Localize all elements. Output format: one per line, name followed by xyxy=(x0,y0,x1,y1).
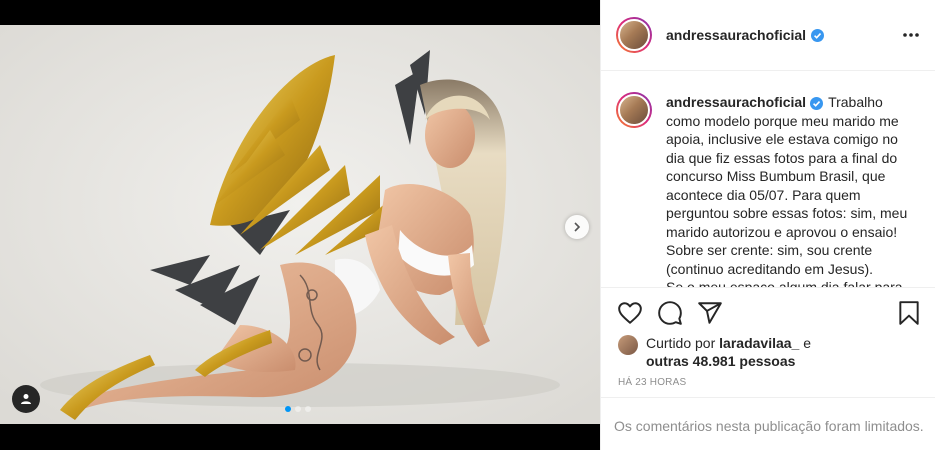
carousel-dot xyxy=(305,406,311,412)
verified-badge-icon xyxy=(810,96,824,110)
comments-limited-text: Os comentários nesta publicação foram li… xyxy=(614,418,924,434)
caption-line: concurso Miss Bumbum Brasil, que xyxy=(666,168,886,184)
carousel-indicator xyxy=(285,406,311,412)
caption-line: Sobre ser crente: sim, sou crente xyxy=(666,242,873,258)
comments-notice: Os comentários nesta publicação foram li… xyxy=(601,397,935,450)
caption-line: acontece dia 05/07. Para quem xyxy=(666,186,861,203)
liker-username[interactable]: laradavilaa_ xyxy=(719,335,799,351)
caption-text: andressaurachoficial Trabalho como modelo… xyxy=(666,93,916,287)
likes-summary: Curtido por laradavilaa_ e outras 48.981… xyxy=(618,334,846,370)
likes-conjunction: e xyxy=(803,335,812,351)
bookmark-icon[interactable] xyxy=(896,300,922,326)
letterbox-top xyxy=(0,0,600,25)
caption-line: como modelo porque meu marido me xyxy=(666,112,899,129)
caption-line: Trabalho xyxy=(828,94,883,110)
avatar-image xyxy=(618,94,650,126)
action-bar xyxy=(601,287,935,339)
caption-line: marido autorizou e aprovou o ensaio! xyxy=(666,223,898,240)
author-info: andressaurachoficial xyxy=(666,27,825,43)
post-header: andressaurachoficial xyxy=(601,0,935,71)
avatar-image xyxy=(618,19,650,51)
likes-others-link[interactable]: outras 48.981 pessoas xyxy=(646,353,795,369)
post-photo xyxy=(0,25,600,424)
carousel-dot xyxy=(295,406,301,412)
comment-icon[interactable] xyxy=(657,300,683,326)
more-options-icon[interactable] xyxy=(901,26,921,44)
post-timestamp[interactable]: HÁ 23 HORAS xyxy=(618,377,686,388)
author-username[interactable]: andressaurachoficial xyxy=(666,27,806,43)
avatar[interactable] xyxy=(618,335,638,355)
caption-line: apoia, inclusive ele estava comigo no xyxy=(666,131,898,147)
post-media[interactable] xyxy=(0,25,600,424)
letterbox-bottom xyxy=(0,424,600,450)
post-details-panel: andressaurachoficial andressaurachoficia… xyxy=(600,0,935,450)
caption-section: andressaurachoficial Trabalho como modelo… xyxy=(601,71,935,287)
share-icon[interactable] xyxy=(697,300,723,326)
user-tags-button[interactable] xyxy=(12,385,40,413)
caption-line: Se o meu espaço algum dia falar para xyxy=(666,279,903,287)
avatar[interactable] xyxy=(616,92,652,128)
user-tag-icon xyxy=(21,394,31,404)
avatar[interactable] xyxy=(616,17,652,53)
likes-text: Curtido por laradavilaa_ e outras 48.981… xyxy=(646,334,846,370)
caption-line: (continuo acreditando em Jesus). xyxy=(666,260,873,277)
heart-icon[interactable] xyxy=(617,300,643,326)
chevron-right-icon xyxy=(574,222,581,232)
caption-line: perguntou sobre essas fotos: sim, meu xyxy=(666,205,908,221)
carousel-dot xyxy=(285,406,291,412)
instagram-post: andressaurachoficial andressaurachoficia… xyxy=(0,0,935,450)
verified-badge-icon xyxy=(811,28,825,42)
likes-prefix: Curtido por xyxy=(646,335,716,351)
caption-line: dia que fiz essas fotos para a final do xyxy=(666,149,898,166)
caption-username[interactable]: andressaurachoficial xyxy=(666,94,806,110)
next-image-button[interactable] xyxy=(565,215,589,239)
